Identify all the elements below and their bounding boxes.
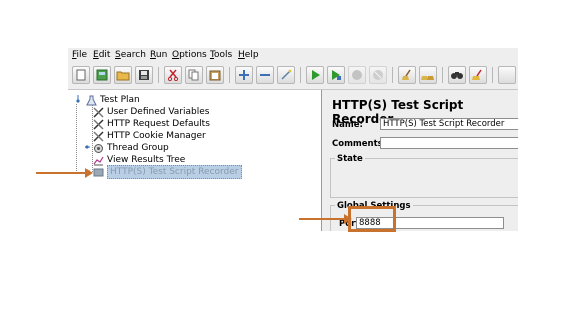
annotation-arrow-port <box>299 214 352 224</box>
binoculars-icon <box>451 72 463 79</box>
menu-run[interactable]: Run <box>150 50 167 60</box>
tree-label: Thread Group <box>107 143 169 153</box>
toolbar-separator <box>158 67 159 83</box>
clear-all-icon[interactable] <box>419 66 437 84</box>
tree-connector <box>76 104 78 173</box>
wrench-icon <box>93 106 104 118</box>
more-tools-icon[interactable] <box>498 66 516 84</box>
tree-node-user-defined-variables[interactable]: User Defined Variables <box>93 106 209 118</box>
state-group: State <box>330 154 518 198</box>
scissors-icon <box>167 69 179 81</box>
broom-icon <box>402 69 411 80</box>
tree-node-http-test-script-recorder[interactable]: HTTP(S) Test Script Recorder <box>85 165 242 179</box>
tree-node-test-plan[interactable]: Test Plan <box>72 94 140 106</box>
save-icon[interactable] <box>135 66 153 84</box>
gear-icon <box>93 143 104 154</box>
toolbar <box>68 63 518 90</box>
port-highlight-box <box>348 206 396 232</box>
tree-label: Test Plan <box>100 95 140 105</box>
menu-edit[interactable]: Edit <box>93 50 110 60</box>
collapse-icon[interactable] <box>256 66 274 84</box>
start-no-pauses-icon[interactable] <box>327 66 345 84</box>
play-fast-icon <box>332 70 341 80</box>
open-icon[interactable] <box>114 66 132 84</box>
test-plan-tree: Test Plan User Defined Variables HTTP Re… <box>68 90 322 231</box>
flask-icon <box>86 95 97 106</box>
play-icon <box>312 70 320 80</box>
clear-icon[interactable] <box>398 66 416 84</box>
annotation-arrow-tree <box>36 168 93 178</box>
toolbar-separator <box>492 67 493 83</box>
copy-icon[interactable] <box>185 66 203 84</box>
menu-options[interactable]: Options <box>172 50 207 60</box>
wrench-icon <box>93 130 104 142</box>
toolbar-separator <box>392 67 393 83</box>
tree-label: HTTP Request Defaults <box>107 119 210 129</box>
collapse-handle-icon[interactable] <box>72 94 83 106</box>
comments-field[interactable] <box>380 137 518 149</box>
templates-book-icon <box>96 69 108 81</box>
menu-search[interactable]: Search <box>115 50 146 60</box>
tree-label: User Defined Variables <box>107 107 210 117</box>
toolbar-separator <box>300 67 301 83</box>
reset-search-icon[interactable] <box>469 66 487 84</box>
cut-icon[interactable] <box>164 66 182 84</box>
tree-node-http-cookie-manager[interactable]: HTTP Cookie Manager <box>93 130 206 142</box>
brooms-icon <box>421 76 434 80</box>
toggle-wand-icon <box>281 69 292 80</box>
tree-node-thread-group[interactable]: Thread Group <box>85 142 169 154</box>
start-icon[interactable] <box>306 66 324 84</box>
shutdown-circle-icon <box>373 70 383 80</box>
toolbar-separator <box>442 67 443 83</box>
copy-pages-icon <box>188 69 199 81</box>
menu-bar: File Edit Search Run Options Tools Help <box>68 48 518 62</box>
tree-label: HTTP(S) Test Script Recorder <box>107 165 242 179</box>
shutdown-icon[interactable] <box>369 66 387 84</box>
menu-help[interactable]: Help <box>238 50 259 60</box>
stop-icon[interactable] <box>348 66 366 84</box>
menu-tools[interactable]: Tools <box>210 50 232 60</box>
comments-label: Comments: <box>332 139 387 149</box>
expand-handle-icon[interactable] <box>85 143 92 154</box>
name-field[interactable]: HTTP(S) Test Script Recorder <box>380 118 518 130</box>
floppy-icon <box>139 70 149 80</box>
templates-icon[interactable] <box>93 66 111 84</box>
minus-icon <box>260 74 270 76</box>
clipboard-icon <box>209 70 221 81</box>
folder-icon <box>116 71 130 81</box>
stop-circle-icon <box>352 70 362 80</box>
toggle-icon[interactable] <box>277 66 295 84</box>
tree-node-http-request-defaults[interactable]: HTTP Request Defaults <box>93 118 210 130</box>
chart-icon <box>93 155 104 166</box>
jmeter-window: File Edit Search Run Options Tools Help <box>68 48 518 231</box>
new-icon[interactable] <box>72 66 90 84</box>
toolbar-separator <box>229 67 230 83</box>
plus-icon <box>239 70 249 80</box>
expand-icon[interactable] <box>235 66 253 84</box>
menu-file[interactable]: File <box>72 50 87 60</box>
tree-label: HTTP Cookie Manager <box>107 131 206 141</box>
search-icon[interactable] <box>448 66 466 84</box>
name-label: Name: <box>332 120 363 130</box>
new-file-icon <box>76 69 86 81</box>
state-label: State <box>335 154 365 164</box>
wrench-icon <box>93 118 104 130</box>
paste-icon[interactable] <box>206 66 224 84</box>
search-reset-broom-icon <box>472 69 482 80</box>
